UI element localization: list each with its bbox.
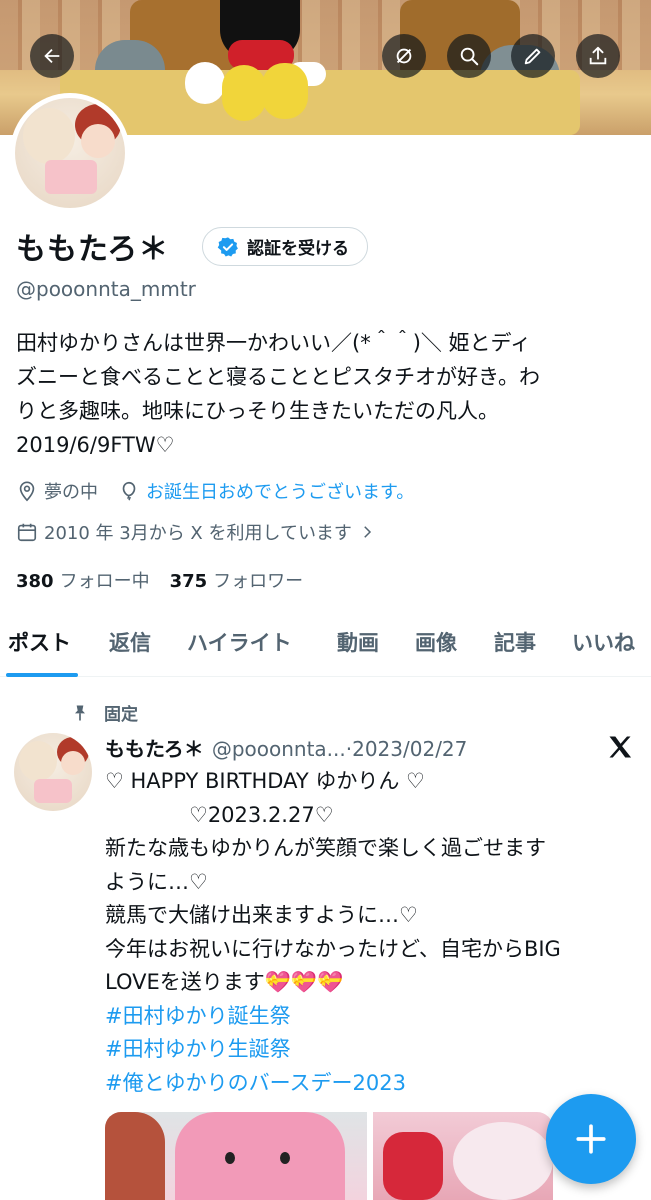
image-plush	[105, 1112, 165, 1200]
joined-text: 2010 年 3月から X を利用しています	[44, 523, 352, 544]
followers-link[interactable]: 375 フォロワー	[170, 567, 304, 593]
location-text: 夢の中	[44, 482, 98, 503]
tab-highlights[interactable]: ハイライト	[187, 627, 292, 657]
post-author-name[interactable]: ももたろ＊	[105, 733, 204, 762]
balloon-icon	[122, 481, 136, 501]
edit-button[interactable]	[511, 34, 555, 78]
post-text: ♡ HAPPY BIRTHDAY ゆかりん ♡ ♡2023.2.27♡ 新たな歳…	[105, 765, 645, 1100]
post-line: 今年はお祝いに行けなかったけど、自宅からBIG	[105, 936, 561, 961]
image-doily	[453, 1122, 553, 1200]
bio-line: 2019/6/9FTW♡	[16, 433, 175, 457]
arrow-left-icon	[44, 48, 60, 64]
bio-line: ズニーと食べることと寝ることとピスタチオが好き。わ	[16, 365, 540, 389]
display-name: ももたろ＊	[16, 232, 170, 267]
post-author-handle[interactable]: @pooonnta...	[212, 737, 346, 761]
pinned-label: 固定	[104, 705, 138, 725]
share-icon	[589, 46, 607, 65]
following-label: フォロー中	[59, 571, 150, 592]
image-plush-eye	[225, 1152, 235, 1164]
hashtag-link[interactable]: #田村ゆかり生誕祭	[105, 1033, 645, 1067]
post-line: ように…♡	[105, 869, 208, 894]
avatar-cake	[34, 779, 72, 803]
post-author-avatar[interactable]	[14, 733, 92, 811]
x-logo-icon	[609, 736, 632, 758]
post-line: 競馬で大儲け出来ますように…♡	[105, 903, 418, 927]
birthday-link[interactable]: お誕生日おめでとうございます。	[146, 478, 414, 504]
avatar-plush-face	[61, 751, 85, 775]
location-pin-icon	[19, 481, 35, 502]
avatar-plush-face	[81, 124, 115, 158]
birthday-item[interactable]: お誕生日おめでとうございます。	[118, 478, 414, 504]
banner-plush-shoe	[222, 65, 266, 121]
avatar-plush	[19, 741, 57, 781]
following-link[interactable]: 380 フォロー中	[16, 567, 150, 593]
search-icon	[460, 47, 479, 66]
bio-line: りと多趣味。地味にひっそり生きたいただの凡人。	[16, 399, 499, 423]
chevron-right-icon	[364, 526, 371, 538]
pinned-indicator: 固定	[70, 700, 138, 725]
mute-icon	[396, 48, 412, 64]
post-image[interactable]	[373, 1112, 553, 1200]
tab-images[interactable]: 画像	[415, 627, 457, 657]
avatar-cake	[45, 160, 97, 194]
post-line: 新たな歳もゆかりんが笑顔で楽しく過ごせます	[105, 836, 546, 860]
follow-stats: 380 フォロー中 375 フォロワー	[16, 567, 303, 593]
image-plush-pink	[175, 1112, 345, 1200]
post-line: LOVEを送ります💝💝💝	[105, 970, 344, 994]
avatar-plush	[23, 108, 75, 164]
pin-icon	[75, 705, 85, 720]
banner-plush-shoe	[262, 63, 308, 119]
tab-posts[interactable]: ポスト	[8, 627, 71, 657]
banner-plush-glove	[185, 62, 225, 104]
verified-badge-icon	[217, 236, 238, 256]
image-rose	[383, 1132, 443, 1200]
profile-bio: 田村ゆかりさんは世界一かわいい／(*＾＾)＼ 姫とディ ズニーと食べることと寝る…	[16, 326, 641, 462]
profile-tabs: ポスト 返信 ハイライト 動画 画像 記事 いいね	[0, 615, 651, 677]
post-line: ♡ HAPPY BIRTHDAY ゆかりん ♡	[105, 769, 425, 793]
get-verified-label: 認証を受ける	[247, 239, 349, 259]
active-tab-indicator	[6, 673, 78, 677]
profile-meta: 夢の中 お誕生日おめでとうございます。	[16, 478, 434, 504]
tab-likes[interactable]: いいね	[572, 627, 635, 657]
hashtag-link[interactable]: #俺とゆかりのバースデー2023	[105, 1067, 645, 1101]
following-count: 380	[16, 571, 54, 592]
back-button[interactable]	[30, 34, 74, 78]
joined-row[interactable]: 2010 年 3月から X を利用しています	[16, 519, 376, 545]
tab-replies[interactable]: 返信	[109, 627, 151, 657]
followers-label: フォロワー	[213, 571, 304, 592]
edit-icon	[524, 48, 541, 65]
image-plush-eye	[280, 1152, 290, 1164]
compose-button[interactable]	[546, 1094, 636, 1184]
post-line: ♡2023.2.27♡	[105, 802, 334, 827]
post-image[interactable]	[105, 1112, 367, 1200]
profile-avatar[interactable]	[10, 93, 130, 213]
avatar-image	[15, 98, 125, 208]
post-header: ももたろ＊ @pooonnta... ·2023/02/27	[105, 733, 467, 762]
post-date[interactable]: ·2023/02/27	[346, 737, 468, 761]
bio-line: 田村ゆかりさんは世界一かわいい／(*＾＾)＼ 姫とディ	[16, 331, 532, 355]
search-button[interactable]	[447, 34, 491, 78]
location-item: 夢の中	[16, 478, 98, 504]
calendar-icon	[17, 523, 37, 542]
tab-videos[interactable]: 動画	[337, 627, 379, 657]
hashtag-link[interactable]: #田村ゆかり誕生祭	[105, 1000, 645, 1034]
followers-count: 375	[169, 571, 208, 592]
user-handle: @pooonnta_mmtr	[16, 277, 196, 301]
get-verified-button[interactable]: 認証を受ける	[202, 227, 368, 266]
tab-articles[interactable]: 記事	[494, 627, 536, 657]
plus-icon	[576, 1124, 606, 1154]
share-button[interactable]	[576, 34, 620, 78]
mute-button[interactable]	[382, 34, 426, 78]
